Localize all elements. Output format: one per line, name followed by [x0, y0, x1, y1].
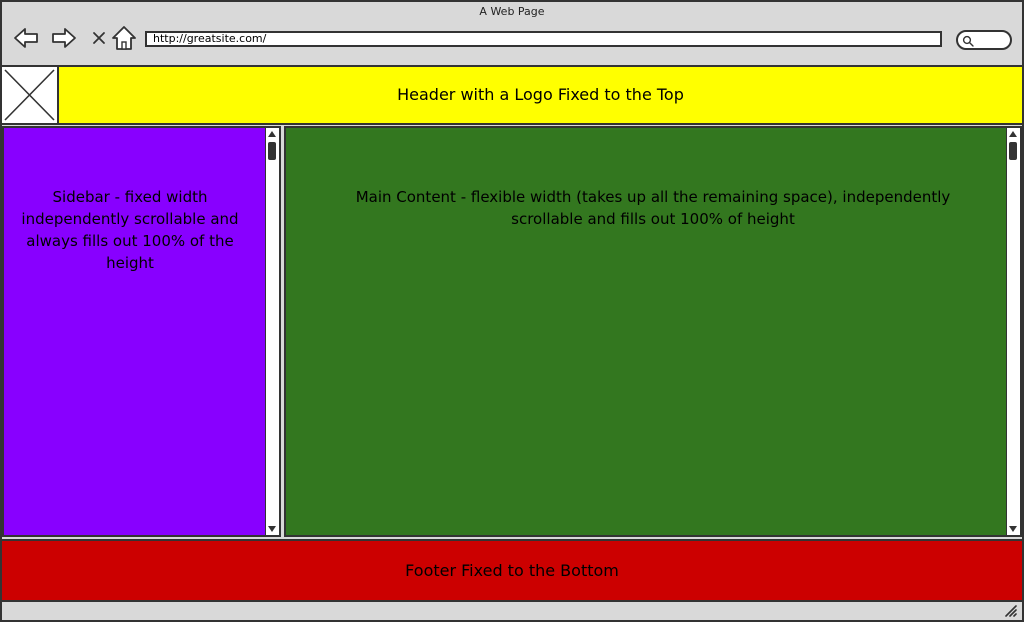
window-title: A Web Page [479, 5, 545, 18]
status-bar [2, 602, 1022, 620]
main-content-panel[interactable]: Main Content - flexible width (takes up … [284, 126, 1022, 537]
scroll-up-icon[interactable] [268, 130, 276, 138]
sidebar-scrollbar[interactable] [265, 128, 279, 535]
search-field[interactable] [956, 30, 1012, 50]
page-header: Header with a Logo Fixed to the Top [2, 65, 1022, 125]
sidebar-text: Sidebar - fixed width independently scro… [21, 188, 239, 272]
sidebar-panel[interactable]: Sidebar - fixed width independently scro… [2, 126, 281, 537]
resize-grip-icon[interactable] [1004, 604, 1018, 618]
browser-toolbar: http://greatsite.com/ [2, 20, 1022, 60]
main-content-text: Main Content - flexible width (takes up … [355, 188, 951, 228]
scroll-up-icon[interactable] [1009, 130, 1017, 138]
address-bar[interactable]: http://greatsite.com/ [145, 31, 942, 47]
scroll-down-icon[interactable] [268, 525, 276, 533]
main-scrollbar[interactable] [1006, 128, 1020, 535]
back-arrow-icon[interactable] [12, 24, 40, 52]
main-scroll-thumb[interactable] [1009, 142, 1017, 160]
header-text: Header with a Logo Fixed to the Top [397, 85, 684, 104]
home-icon[interactable] [110, 24, 138, 52]
image-placeholder-icon [2, 67, 59, 123]
scroll-down-icon[interactable] [1009, 525, 1017, 533]
page-footer: Footer Fixed to the Bottom [2, 539, 1022, 602]
search-icon [962, 35, 974, 47]
forward-arrow-icon[interactable] [50, 24, 78, 52]
browser-window: A Web Page http://greatsite.com/ Header … [0, 0, 1024, 622]
sidebar-scroll-thumb[interactable] [268, 142, 276, 160]
